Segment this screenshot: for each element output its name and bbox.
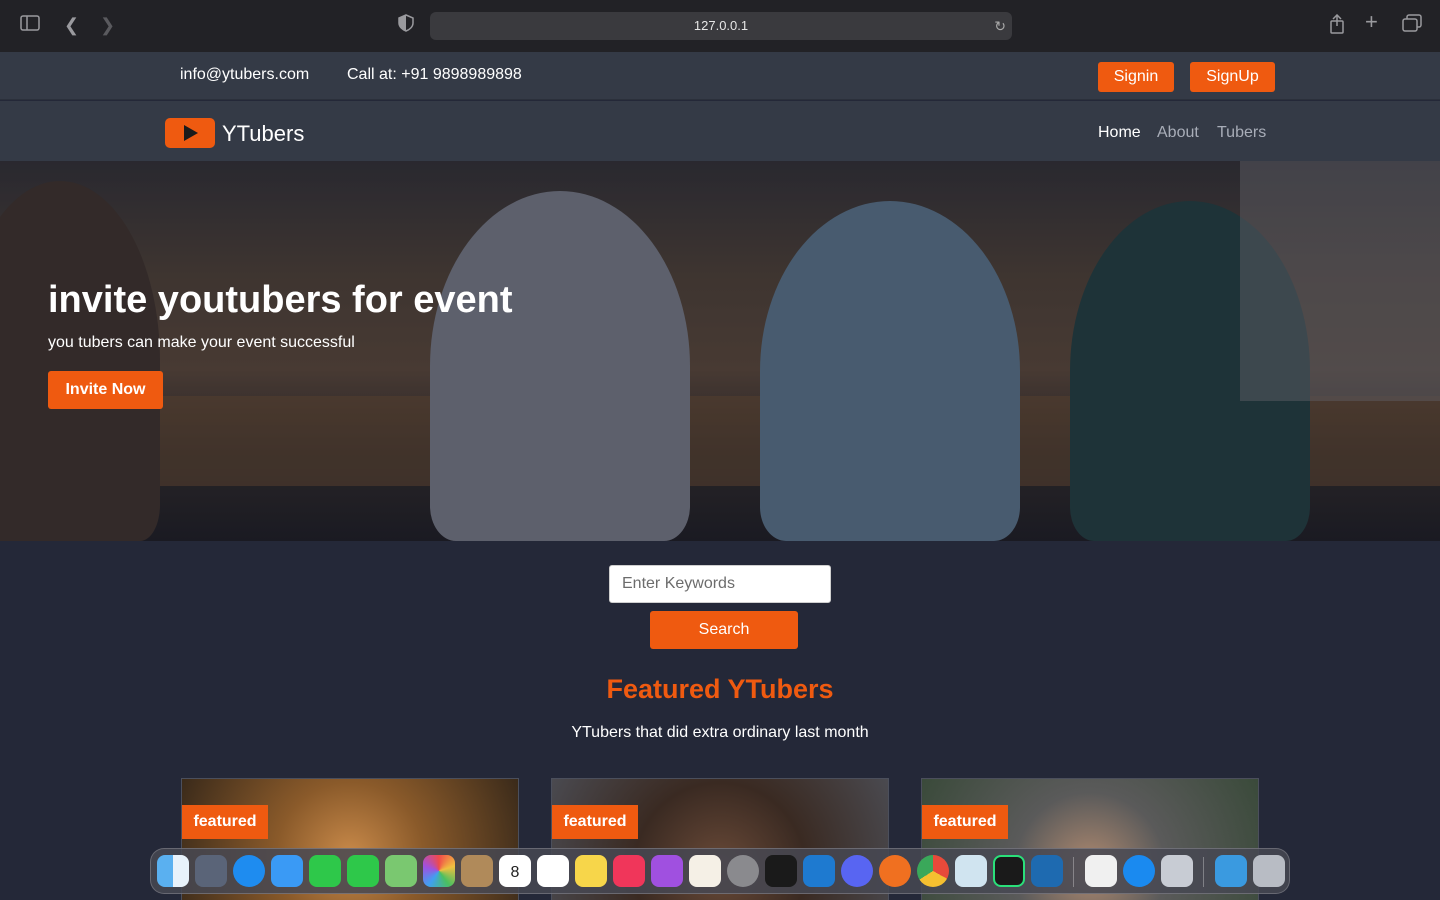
launchpad-icon[interactable]: [195, 855, 227, 887]
notes-icon[interactable]: [575, 855, 607, 887]
pycharm-icon[interactable]: [993, 855, 1025, 887]
hero-subtitle: you tubers can make your event successfu…: [48, 334, 355, 351]
contact-phone: Call at: +91 9898989898: [347, 66, 522, 83]
finder-icon[interactable]: [157, 855, 189, 887]
contact-email[interactable]: info@ytubers.com: [180, 66, 309, 84]
featured-badge: featured: [182, 805, 268, 839]
share-icon[interactable]: [1328, 13, 1346, 39]
signup-button[interactable]: SignUp: [1190, 62, 1275, 92]
calendar-icon[interactable]: 8: [499, 855, 531, 887]
facetime-icon[interactable]: [309, 855, 341, 887]
teamviewer-icon[interactable]: [1123, 855, 1155, 887]
tab-overview-icon[interactable]: [1402, 14, 1422, 37]
featured-badge: featured: [552, 805, 638, 839]
nav-home[interactable]: Home: [1098, 124, 1141, 142]
nav-about[interactable]: About: [1157, 124, 1199, 142]
hero-title: invite youtubers for event: [48, 279, 513, 321]
mysql-workbench-icon[interactable]: [1031, 855, 1063, 887]
system-preferences-icon[interactable]: [727, 855, 759, 887]
new-tab-icon[interactable]: +: [1365, 11, 1378, 33]
hero-banner: invite youtubers for event you tubers ca…: [0, 161, 1440, 541]
top-contact-bar: info@ytubers.com Call at: +91 9898989898…: [0, 52, 1440, 100]
sidebar-toggle-icon[interactable]: [20, 14, 40, 36]
terminal-icon[interactable]: [765, 855, 797, 887]
downloads-icon[interactable]: [1215, 855, 1247, 887]
mail-icon[interactable]: [271, 855, 303, 887]
preview-icon[interactable]: [955, 855, 987, 887]
forward-icon[interactable]: ❯: [100, 14, 115, 36]
reload-icon[interactable]: ↻: [994, 12, 1006, 40]
calendar-day: 8: [510, 864, 520, 881]
search-button[interactable]: Search: [650, 611, 798, 649]
firefox-icon[interactable]: [879, 855, 911, 887]
search-input[interactable]: [609, 565, 831, 603]
youtube-logo-icon[interactable]: [165, 118, 215, 148]
photos-icon[interactable]: [423, 855, 455, 887]
macos-dock: 8: [150, 848, 1290, 894]
safari-icon[interactable]: [233, 855, 265, 887]
reminders-icon[interactable]: [537, 855, 569, 887]
contacts-icon[interactable]: [461, 855, 493, 887]
featured-badge: featured: [922, 805, 1008, 839]
url-text: 127.0.0.1: [693, 18, 749, 33]
main-navbar: YTubers Home About Tubers: [0, 101, 1440, 161]
migration-icon[interactable]: [1161, 855, 1193, 887]
trash-icon[interactable]: [1253, 855, 1285, 887]
textedit-icon[interactable]: [1085, 855, 1117, 887]
nav-tubers[interactable]: Tubers: [1217, 124, 1266, 142]
browser-toolbar: ❮ ❯ 127.0.0.1 ↻ +: [0, 0, 1440, 52]
pages-icon[interactable]: [689, 855, 721, 887]
music-icon[interactable]: [613, 855, 645, 887]
chrome-icon[interactable]: [917, 855, 949, 887]
address-bar[interactable]: 127.0.0.1 ↻: [430, 12, 1012, 40]
vscode-icon[interactable]: [803, 855, 835, 887]
back-icon[interactable]: ❮: [64, 14, 79, 36]
discord-icon[interactable]: [841, 855, 873, 887]
brand-name[interactable]: YTubers: [222, 121, 304, 147]
featured-title: Featured YTubers: [606, 674, 834, 704]
maps-icon[interactable]: [385, 855, 417, 887]
messages-icon[interactable]: [347, 855, 379, 887]
signin-button[interactable]: Signin: [1098, 62, 1174, 92]
privacy-shield-icon[interactable]: [398, 14, 414, 37]
featured-subtitle: YTubers that did extra ordinary last mon…: [571, 724, 869, 741]
invite-now-button[interactable]: Invite Now: [48, 371, 163, 409]
podcasts-icon[interactable]: [651, 855, 683, 887]
